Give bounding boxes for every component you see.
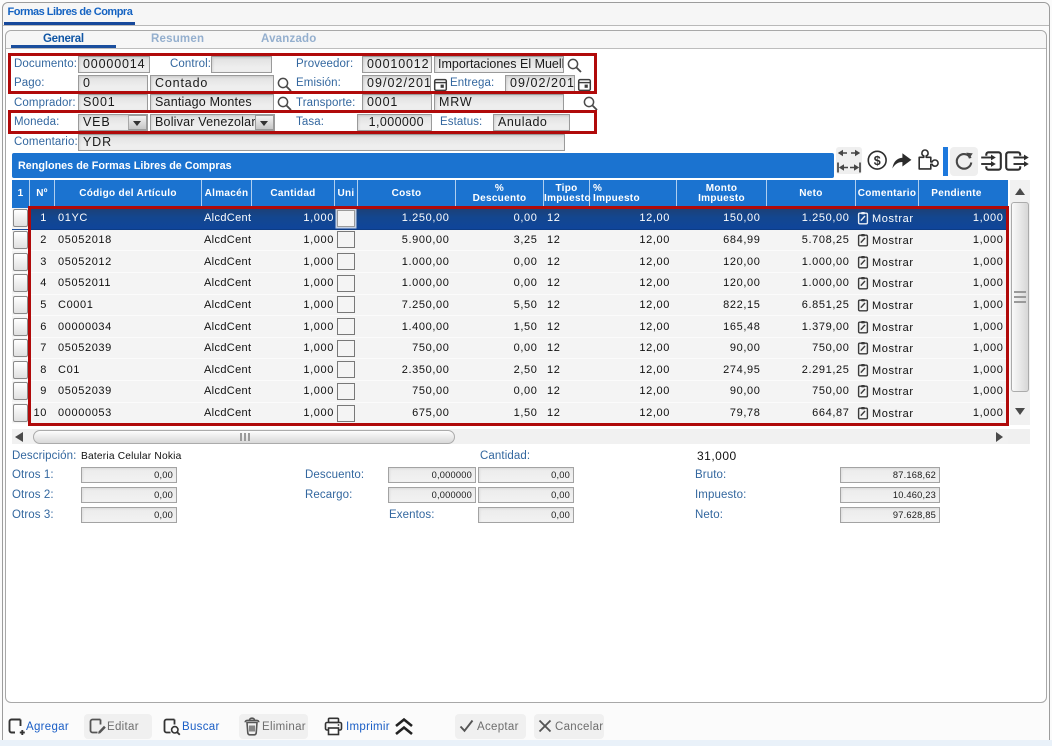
svg-text:$: $: [874, 154, 881, 168]
